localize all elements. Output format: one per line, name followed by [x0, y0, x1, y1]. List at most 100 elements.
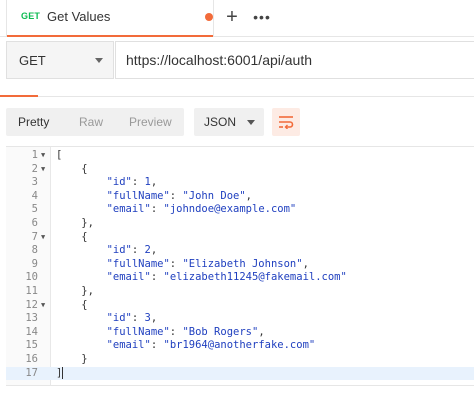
code-token: } [56, 353, 88, 365]
code-token: "fullName" [106, 257, 170, 270]
code-token: "br1964@anotherfake.com" [163, 339, 316, 352]
fold-caret-icon[interactable]: ▼ [41, 163, 45, 177]
code-text: "id": 3, [56, 312, 158, 326]
line-number: 10 [25, 271, 38, 284]
code-token: : [169, 257, 183, 270]
code-line: 7 ▼ { [6, 231, 474, 245]
code-line: 17] [6, 366, 474, 381]
code-text: }, [56, 285, 94, 299]
line-number: 2 [31, 162, 38, 175]
unsaved-indicator-icon [205, 13, 213, 21]
line-number: 7 [31, 230, 38, 243]
code-token: , [302, 257, 309, 270]
code-token: }, [56, 285, 94, 297]
format-label: JSON [204, 115, 237, 129]
method-label: GET [19, 53, 46, 68]
code-text: "fullName": "Elizabeth Johnson", [56, 258, 309, 272]
code-line: 1 ▼ [ [6, 149, 474, 163]
code-token: "email" [106, 203, 151, 216]
code-line: 11 }, [6, 285, 474, 299]
chevron-down-icon [95, 58, 103, 63]
line-number: 13 [25, 312, 38, 325]
url-input[interactable] [115, 41, 474, 79]
code-line: 16 } [6, 353, 474, 367]
line-number: 4 [31, 189, 38, 202]
code-token: "fullName" [106, 189, 170, 202]
tab-title: Get Values [47, 9, 111, 24]
code-line: 3 "id": 1, [6, 176, 474, 190]
code-token: "email" [106, 339, 151, 352]
code-text: "email": "johndoe@example.com" [56, 203, 297, 217]
raw-view-button[interactable]: Raw [79, 115, 103, 129]
line-number: 8 [31, 244, 38, 257]
fold-caret-icon[interactable]: ▼ [41, 299, 45, 313]
code-token: "fullName" [106, 325, 170, 338]
code-text: }, [56, 217, 94, 231]
tab-bar: GET Get Values + ••• [0, 0, 474, 37]
code-token: "John Doe" [182, 189, 246, 202]
line-number: 1 [31, 149, 38, 161]
wrap-lines-button[interactable] [272, 108, 300, 136]
code-token: { [56, 298, 88, 311]
code-token: "id" [106, 176, 132, 189]
code-token: , [150, 244, 158, 257]
line-number: 15 [25, 339, 38, 352]
line-number: 11 [25, 285, 38, 297]
more-tabs-button[interactable]: ••• [248, 4, 276, 30]
code-line: 6 }, [6, 217, 474, 231]
active-tab-indicator [7, 35, 213, 37]
code-token: [ [56, 149, 63, 161]
chevron-down-icon [247, 120, 255, 125]
format-select[interactable]: JSON [194, 108, 264, 136]
code-line: 5 "email": "johndoe@example.com" [6, 203, 474, 217]
line-number: 14 [25, 325, 38, 338]
code-token: : [131, 244, 145, 257]
response-divider [0, 96, 474, 97]
code-token: : [131, 176, 145, 189]
code-line: 9 "fullName": "Elizabeth Johnson", [6, 258, 474, 272]
code-line: 14 "fullName": "Bob Rogers", [6, 326, 474, 340]
line-number: 6 [31, 217, 38, 229]
tab-get-values[interactable]: GET Get Values [6, 0, 214, 37]
code-token: "id" [106, 312, 132, 325]
line-number: 3 [31, 176, 38, 189]
tab-method-label: GET [21, 11, 41, 21]
pretty-view-button[interactable]: Pretty [18, 115, 49, 129]
code-token: "johndoe@example.com" [163, 203, 297, 216]
code-text: } [56, 353, 88, 367]
text-cursor [62, 366, 64, 379]
line-number: 16 [25, 353, 38, 365]
code-text: "email": "br1964@anotherfake.com" [56, 339, 316, 353]
code-token: : [150, 339, 164, 352]
code-line: 12 ▼ { [6, 299, 474, 313]
method-select[interactable]: GET [6, 41, 114, 79]
code-text: ] [56, 366, 64, 381]
fold-caret-icon[interactable]: ▼ [41, 231, 45, 245]
code-text: "id": 1, [56, 176, 158, 190]
code-token: : [150, 203, 164, 216]
response-body-editor[interactable]: 1 ▼[2 ▼ {3 "id": 1, 4 "fullName": "John Doe… [6, 146, 474, 386]
line-number: 9 [31, 257, 38, 270]
code-line: 13 "id": 3, [6, 312, 474, 326]
code-line: 2 ▼ { [6, 163, 474, 177]
code-token: , [258, 325, 265, 338]
fold-caret-icon[interactable]: ▼ [41, 149, 45, 163]
line-number: 5 [31, 203, 38, 216]
code-token: : [169, 325, 183, 338]
add-tab-button[interactable]: + [218, 4, 246, 30]
code-token: "elizabeth11245@fakemail.com" [163, 271, 347, 284]
response-tab-indicator [0, 95, 38, 97]
line-number: 12 [25, 298, 38, 311]
preview-view-button[interactable]: Preview [129, 115, 172, 129]
code-token: : [131, 312, 145, 325]
code-text: { [56, 231, 87, 245]
code-token: "id" [106, 244, 132, 257]
code-text: "fullName": "John Doe", [56, 190, 252, 204]
